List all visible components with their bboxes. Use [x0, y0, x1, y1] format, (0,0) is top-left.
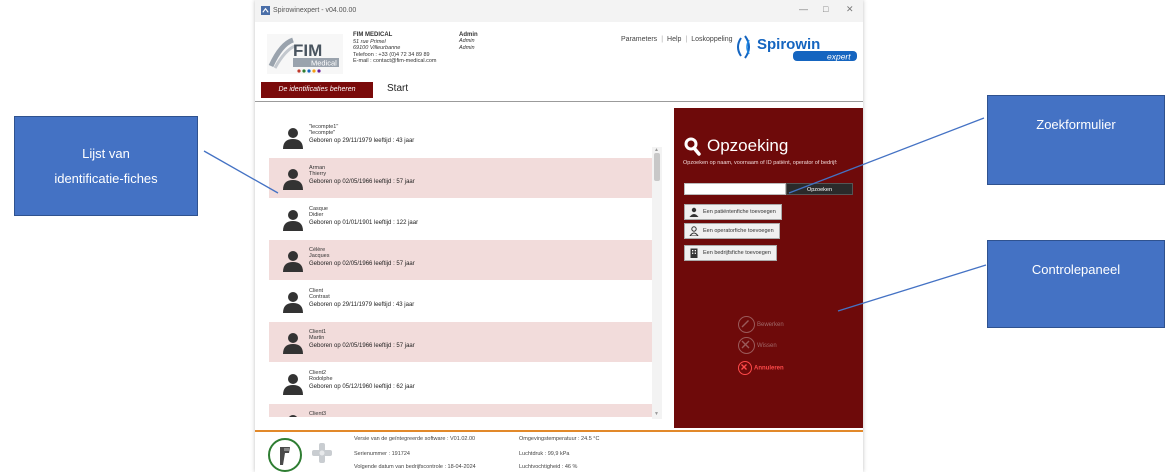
- connector-search: [788, 117, 985, 194]
- connector-control: [837, 264, 987, 312]
- callout-connectors: [203, 117, 987, 312]
- connector-list: [203, 150, 279, 194]
